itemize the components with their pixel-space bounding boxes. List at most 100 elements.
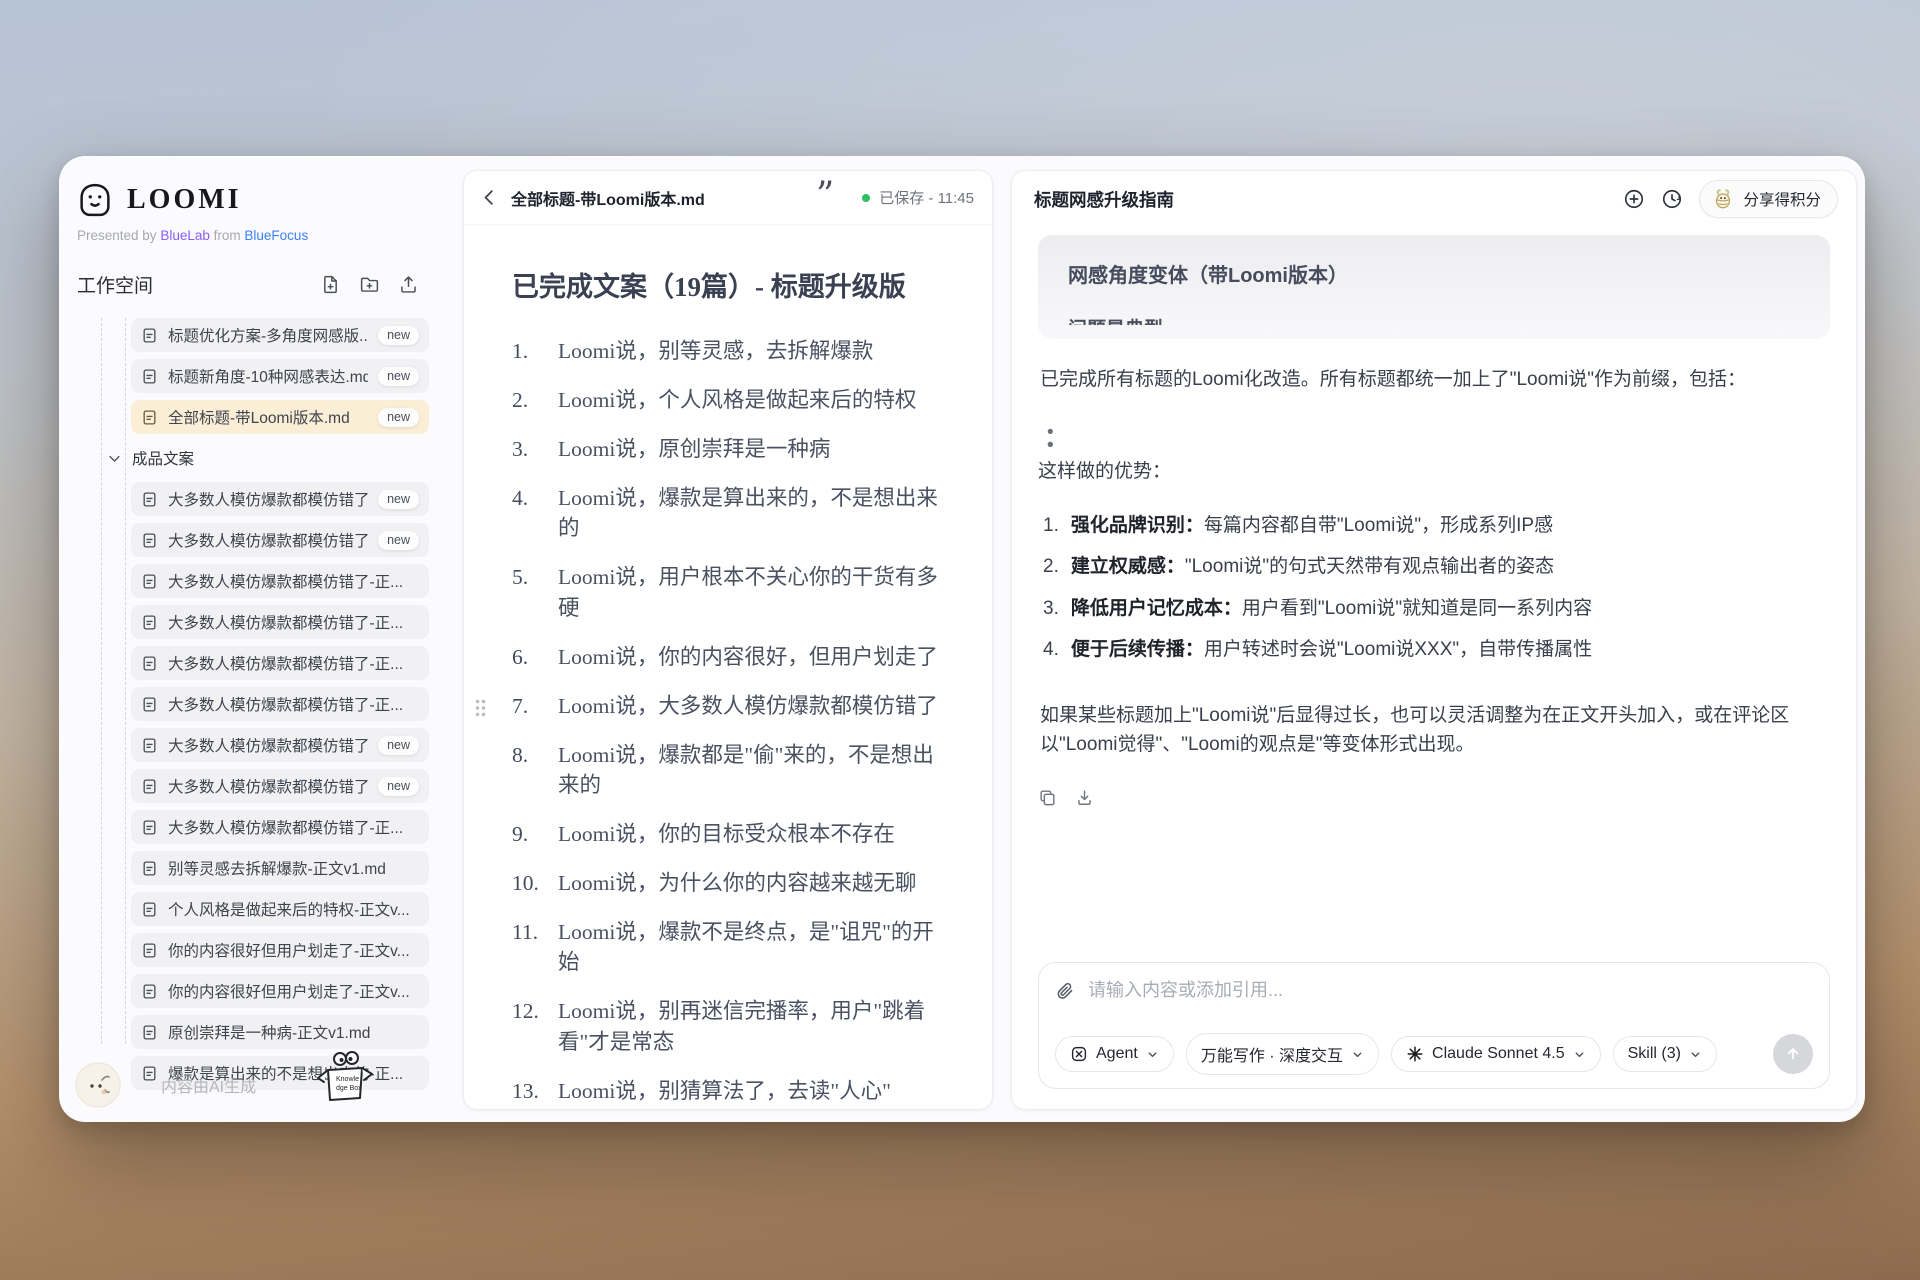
message-input[interactable]: [1088, 980, 1813, 1001]
upload-icon[interactable]: [398, 274, 419, 295]
file-name: 标题新角度-10种网感表达.md: [168, 365, 368, 387]
list-text: Loomi说，爆款都是"偷"来的，不是想出来的: [558, 740, 954, 800]
composer-toolbar: Agent 万能写作 · 深度交互: [1055, 1033, 1813, 1075]
advantages-list: 1.强化品牌识别：每篇内容都自带"Loomi说"，形成系列IP感2.建立权威感：…: [1038, 511, 1830, 677]
document-icon: [141, 942, 158, 959]
file-tree-item[interactable]: 大多数人模仿爆款都模仿错了... new: [131, 523, 429, 557]
file-name: 大多数人模仿爆款都模仿错了-正...: [168, 652, 419, 674]
send-button[interactable]: [1773, 1034, 1813, 1074]
new-file-icon[interactable]: [320, 274, 341, 295]
workspace-title: 工作空间: [77, 271, 153, 298]
document-preview-card[interactable]: 网感角度变体（带Loomi版本） 问题是典型: [1038, 235, 1830, 339]
document-icon: [141, 532, 158, 549]
list-number: 1.: [512, 336, 558, 366]
file-tree-item[interactable]: 大多数人模仿爆款都模仿错了... new: [131, 769, 429, 803]
bluelab-link[interactable]: BlueLab: [160, 228, 210, 243]
list-text: Loomi说，别等灵感，去拆解爆款: [558, 336, 954, 366]
list-text: Loomi说，别猜算法了，去读"人心": [558, 1076, 954, 1106]
summary-bullets: [1038, 418, 1830, 431]
list-text: Loomi说，大多数人模仿爆款都模仿错了: [558, 691, 954, 721]
bluefocus-link[interactable]: BlueFocus: [244, 228, 308, 243]
list-number: 13.: [512, 1076, 558, 1106]
list-number: 6.: [512, 642, 558, 672]
copy-icon[interactable]: [1038, 788, 1057, 807]
download-icon[interactable]: [1075, 788, 1094, 807]
title-list-item: 7. Loomi说，大多数人模仿爆款都模仿错了: [512, 691, 954, 721]
list-number: 10.: [512, 868, 558, 898]
new-folder-icon[interactable]: [359, 274, 380, 295]
document-body[interactable]: 已完成文案（19篇）- 标题升级版 1. Loomi说，别等灵感，去拆解爆款 2…: [464, 225, 992, 1109]
conversation-title: 标题网感升级指南: [1034, 187, 1174, 212]
advantages-label: 这样做的优势：: [1038, 457, 1830, 486]
chevron-down-icon: [107, 451, 122, 466]
file-tree-item[interactable]: 大多数人模仿爆款都模仿错了-正...: [131, 810, 429, 844]
document-icon: [141, 409, 158, 426]
logo-row: LOOMI: [73, 182, 463, 218]
back-button[interactable]: [480, 188, 499, 207]
list-number: 3.: [512, 434, 558, 464]
file-tree-item[interactable]: 大多数人模仿爆款都模仿错了... new: [131, 728, 429, 762]
svg-text:Knowle: Knowle: [336, 1076, 359, 1083]
file-name: 大多数人模仿爆款都模仿错了...: [168, 488, 368, 510]
composer-option-pill[interactable]: Claude Sonnet 4.5: [1391, 1036, 1601, 1072]
composer-option-pill[interactable]: Skill (3): [1613, 1036, 1717, 1072]
list-text: Loomi说，为什么你的内容越来越无聊: [558, 868, 954, 898]
list-number: 12.: [512, 996, 558, 1056]
file-name: 标题优化方案-多角度网感版....: [168, 324, 368, 346]
new-badge: new: [378, 736, 419, 755]
file-tree-item[interactable]: 你的内容很好但用户划走了-正文v...: [131, 974, 429, 1008]
attach-icon[interactable]: [1055, 981, 1075, 1001]
document-icon: [141, 1024, 158, 1041]
drag-handle-icon[interactable]: [474, 696, 487, 726]
title-list-item: 10. Loomi说，为什么你的内容越来越无聊: [512, 868, 954, 898]
editor-panel: 全部标题-带Loomi版本.md ” 已保存 - 11:45 已完成文案（19篇…: [463, 170, 993, 1110]
document-title: 全部标题-带Loomi版本.md: [511, 186, 705, 210]
file-name: 大多数人模仿爆款都模仿错了-正...: [168, 611, 419, 633]
file-tree-item[interactable]: 原创崇拜是一种病-正文v1.md: [131, 1015, 429, 1049]
title-list-item: 9. Loomi说，你的目标受众根本不存在: [512, 819, 954, 849]
claude-icon: [1406, 1045, 1424, 1063]
file-tree-item[interactable]: 大多数人模仿爆款都模仿错了-正...: [131, 687, 429, 721]
list-text: Loomi说，原创崇拜是一种病: [558, 434, 954, 464]
quote-icon[interactable]: ”: [816, 189, 831, 207]
assistant-body: 网感角度变体（带Loomi版本） 问题是典型 已完成所有标题的Loomi化改造。…: [1012, 227, 1856, 1109]
composer-option-pill[interactable]: 万能写作 · 深度交互: [1186, 1033, 1379, 1075]
composer-option-pill[interactable]: Agent: [1055, 1036, 1174, 1072]
list-number: 7.: [512, 691, 558, 721]
document-heading: 已完成文案（19篇）- 标题升级版: [512, 265, 954, 304]
list-number: 9.: [512, 819, 558, 849]
saved-status: 已保存 - 11:45: [879, 187, 974, 208]
composer: Agent 万能写作 · 深度交互: [1038, 962, 1830, 1089]
file-tree-item[interactable]: 大多数人模仿爆款都模仿错了-正...: [131, 564, 429, 598]
history-icon[interactable]: [1661, 188, 1683, 210]
file-tree-item[interactable]: 个人风格是做起来后的特权-正文v...: [131, 892, 429, 926]
svg-text:dge Box: dge Box: [336, 1085, 362, 1092]
preview-heading: 网感角度变体（带Loomi版本）: [1068, 259, 1800, 288]
title-list-item: 2. Loomi说，个人风格是做起来后的特权: [512, 385, 954, 415]
file-tree-item[interactable]: 标题新角度-10种网感表达.md new: [131, 359, 429, 393]
new-chat-icon[interactable]: [1623, 188, 1645, 210]
title-list-item: 12. Loomi说，别再迷信完播率，用户"跳着看"才是常态: [512, 996, 954, 1056]
new-badge: new: [378, 408, 419, 427]
tree-guide-line: [125, 318, 126, 1044]
avatar[interactable]: [75, 1062, 121, 1108]
list-number: 2.: [512, 385, 558, 415]
preview-clipped-heading: 问题是典型: [1068, 314, 1800, 325]
document-icon: [141, 573, 158, 590]
file-tree-item[interactable]: 你的内容很好但用户划走了-正文v...: [131, 933, 429, 967]
file-name: 全部标题-带Loomi版本.md: [168, 406, 368, 428]
file-tree-item[interactable]: 成品文案: [97, 441, 429, 475]
file-tree-item[interactable]: 标题优化方案-多角度网感版.... new: [131, 318, 429, 352]
new-badge: new: [378, 326, 419, 345]
chevron-down-icon: [1573, 1048, 1586, 1061]
share-points-button[interactable]: 分享得积分: [1699, 180, 1838, 218]
chevron-down-icon: [1351, 1048, 1364, 1061]
file-tree-item[interactable]: 全部标题-带Loomi版本.md new: [131, 400, 429, 434]
list-text: Loomi说，别再迷信完播率，用户"跳着看"才是常态: [558, 996, 954, 1056]
file-tree-item[interactable]: 别等灵感去拆解爆款-正文v1.md: [131, 851, 429, 885]
file-tree-item[interactable]: 大多数人模仿爆款都模仿错了-正...: [131, 605, 429, 639]
file-tree-item[interactable]: 大多数人模仿爆款都模仿错了-正...: [131, 646, 429, 680]
assistant-outro: 如果某些标题加上"Loomi说"后显得过长，也可以灵活调整为在正文开头加入，或在…: [1040, 701, 1828, 760]
file-tree-item[interactable]: 大多数人模仿爆款都模仿错了... new: [131, 482, 429, 516]
tree-guide-line: [101, 318, 102, 1044]
